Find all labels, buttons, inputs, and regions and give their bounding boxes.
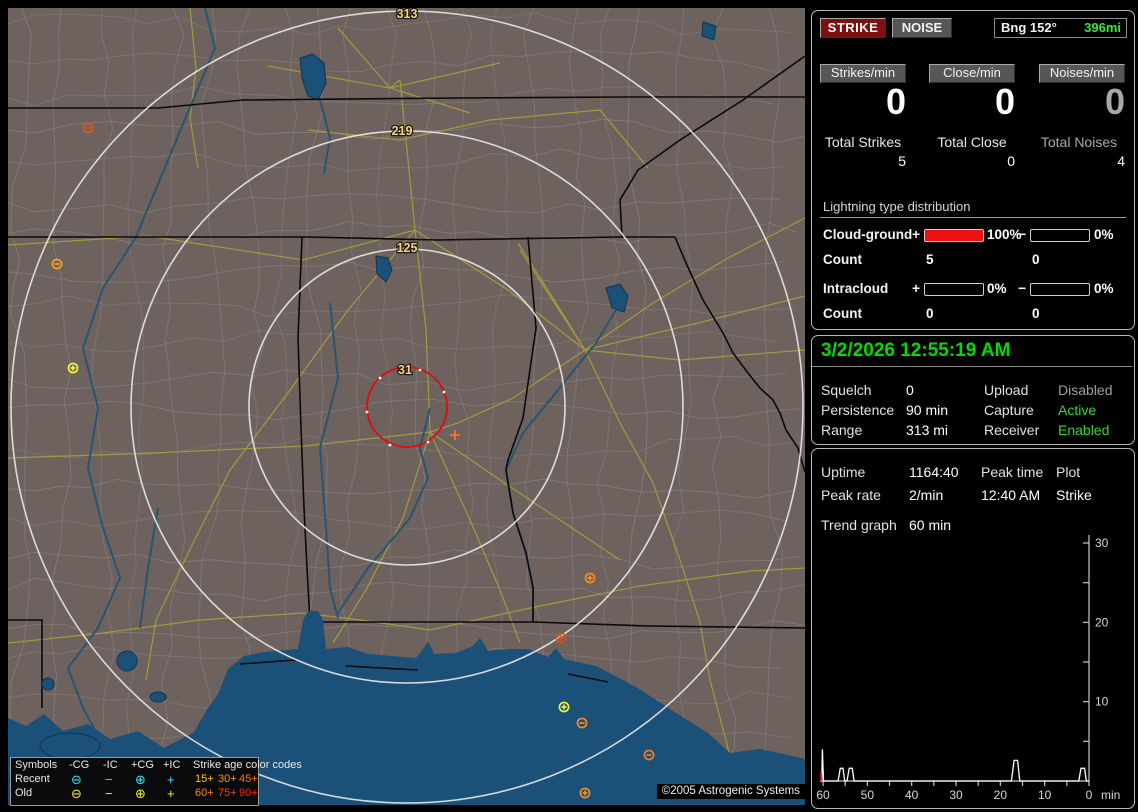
- recent-pos-cg-icon: ⊕: [135, 772, 146, 787]
- svg-text:0: 0: [1086, 788, 1093, 802]
- svg-text:60: 60: [816, 788, 830, 802]
- app-window: 313 219 125 31 ©2005 Astrogenic Systems …: [0, 0, 1138, 812]
- noise-mode-button[interactable]: NOISE: [892, 18, 952, 38]
- svg-text:10: 10: [1038, 788, 1052, 802]
- lightning-map[interactable]: 313 219 125 31 ©2005 Astrogenic Systems …: [8, 8, 805, 806]
- recent-pos-ic-icon: +: [167, 772, 175, 787]
- total-close-value: 0: [1007, 153, 1015, 169]
- map-svg: 313 219 125 31: [8, 8, 805, 805]
- bearing-label: Bng 152°: [1001, 20, 1057, 35]
- old-neg-ic-icon: −: [105, 786, 113, 801]
- copyright-notice: ©2005 Astrogenic Systems: [656, 784, 805, 799]
- svg-text:20: 20: [1095, 615, 1109, 629]
- legend-recent-label: Recent: [15, 773, 50, 785]
- cg-negative-bar: [1030, 229, 1090, 242]
- legend-col-neg-cg: -CG: [69, 759, 90, 771]
- old-neg-cg-icon: ⊖: [71, 786, 82, 801]
- recent-neg-ic-icon: −: [105, 772, 113, 787]
- ic-negative-pct: 0%: [1094, 281, 1114, 296]
- ic-minus-sign: −: [1018, 280, 1027, 296]
- cg-plus-sign: +: [912, 226, 921, 242]
- close-per-min-value: 0: [994, 81, 1015, 122]
- ic-negative-count: 0: [1032, 306, 1040, 321]
- ic-positive-pct: 0%: [987, 281, 1007, 296]
- total-noises-label: Total Noises: [1040, 134, 1118, 150]
- ic-positive-count: 0: [926, 306, 934, 321]
- range-value: 313 mi: [906, 422, 949, 438]
- system-datetime: 3/2/2026 12:55:19 AM: [821, 340, 1011, 361]
- cloud-ground-label: Cloud-ground: [823, 227, 913, 242]
- old-pos-ic-icon: +: [167, 786, 175, 801]
- old-pos-cg-icon: ⊕: [135, 786, 146, 801]
- bearing-distance: 396mi: [1084, 20, 1121, 35]
- capture-label: Capture: [984, 402, 1034, 418]
- svg-text:min: min: [1101, 788, 1120, 802]
- stats-panel: STRIKE NOISE Bng 152° 396mi Strikes/min …: [811, 10, 1135, 330]
- ring-label-313: 313: [397, 8, 418, 21]
- cg-positive-bar-fill: [925, 230, 983, 241]
- cg-negative-count: 0: [1032, 252, 1040, 267]
- upload-value: Disabled: [1058, 382, 1113, 398]
- age-code-15: 15+: [195, 773, 214, 785]
- ic-positive-bar: [924, 283, 984, 296]
- receiver-label: Receiver: [984, 422, 1040, 438]
- noises-per-min-value: 0: [1104, 81, 1125, 122]
- svg-text:30: 30: [949, 788, 963, 802]
- intracloud-label: Intracloud: [823, 281, 889, 296]
- ic-count-label: Count: [823, 306, 862, 321]
- strikes-per-min-value: 0: [885, 81, 906, 122]
- svg-text:50: 50: [861, 788, 875, 802]
- persistence-value: 90 min: [906, 402, 949, 418]
- total-strikes-value: 5: [898, 153, 906, 169]
- trend-graph-chart: 10 20 30 60 50 40 30 20 10 0 min: [816, 535, 1120, 802]
- status-divider: [812, 366, 1132, 367]
- receiver-value: Enabled: [1058, 422, 1110, 438]
- cg-negative-pct: 0%: [1094, 227, 1114, 242]
- ic-negative-bar: [1030, 283, 1090, 296]
- svg-text:10: 10: [1095, 695, 1109, 709]
- map-legend: Symbols -CG -IC +CG +IC Strike age color…: [10, 757, 302, 806]
- upload-label: Upload: [984, 382, 1029, 398]
- status-panel: 3/2/2026 12:55:19 AM Squelch 0 Upload Di…: [811, 335, 1135, 445]
- cg-positive-bar: [924, 229, 984, 242]
- cg-positive-pct: 100%: [987, 227, 1022, 242]
- persistence-label: Persistence: [821, 402, 895, 418]
- total-strikes-label: Total Strikes: [824, 134, 902, 150]
- age-code-60: 60+: [195, 787, 214, 799]
- distribution-divider: [820, 217, 1126, 218]
- distribution-title: Lightning type distribution: [823, 199, 971, 214]
- recent-neg-cg-icon: ⊖: [71, 772, 82, 787]
- legend-col-neg-ic: -IC: [103, 759, 118, 771]
- cg-minus-sign: −: [1018, 226, 1027, 242]
- squelch-value: 0: [906, 382, 914, 398]
- legend-symbols-header: Symbols: [15, 759, 58, 771]
- uptime-trend-panel: Uptime 1164:40 Peak time Plot Peak rate …: [811, 448, 1135, 809]
- svg-text:30: 30: [1095, 536, 1109, 550]
- legend-col-pos-ic: +IC: [163, 759, 181, 771]
- legend-age-header: Strike age color codes: [193, 759, 302, 771]
- legend-col-pos-cg: +CG: [131, 759, 154, 771]
- ring-label-219: 219: [392, 124, 413, 138]
- ring-label-31: 31: [398, 363, 412, 377]
- age-code-75: 75+: [218, 787, 237, 799]
- cg-positive-count: 5: [926, 252, 934, 267]
- squelch-label: Squelch: [821, 382, 872, 398]
- total-noises-value: 4: [1117, 153, 1125, 169]
- total-close-label: Total Close: [937, 134, 1007, 150]
- ring-label-125: 125: [397, 241, 418, 255]
- age-code-45: 45+: [239, 773, 258, 785]
- age-code-90: 90+: [239, 787, 258, 799]
- strike-mode-button[interactable]: STRIKE: [820, 18, 886, 38]
- legend-old-label: Old: [15, 787, 33, 799]
- svg-text:20: 20: [994, 788, 1008, 802]
- svg-text:40: 40: [905, 788, 919, 802]
- ic-plus-sign: +: [912, 280, 921, 296]
- cg-count-label: Count: [823, 252, 862, 267]
- capture-value: Active: [1058, 402, 1097, 418]
- age-code-30: 30+: [218, 773, 237, 785]
- range-label: Range: [821, 422, 863, 438]
- bearing-readout: Bng 152° 396mi: [994, 18, 1127, 38]
